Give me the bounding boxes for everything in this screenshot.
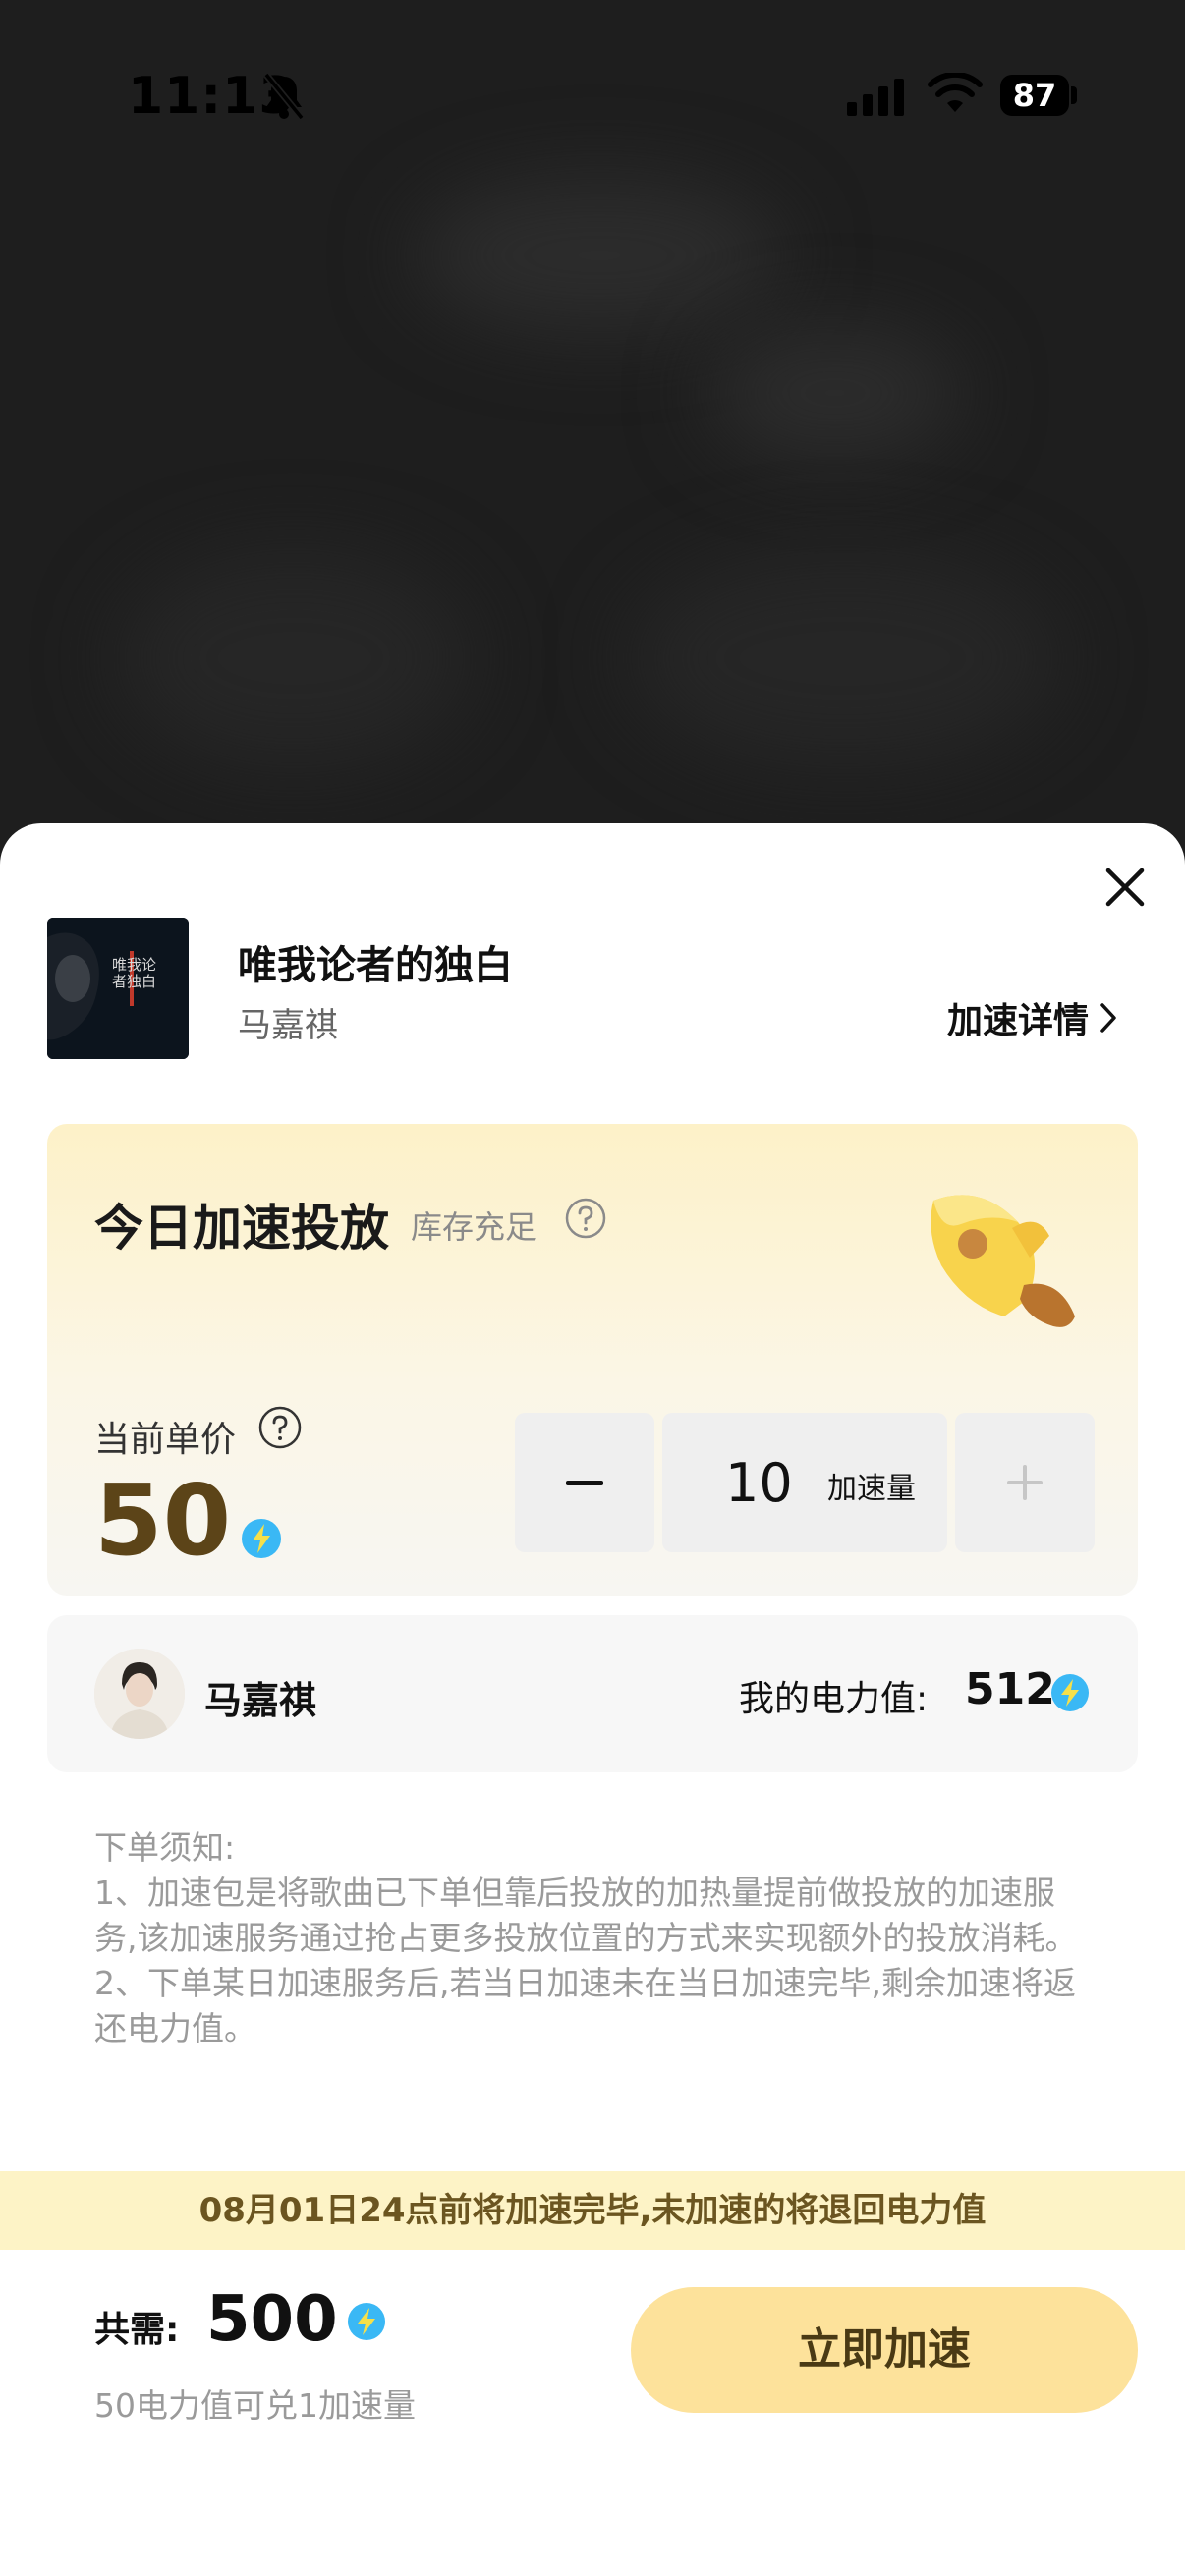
bg-blur [413,177,786,334]
help-icon[interactable] [564,1197,607,1240]
quantity-display[interactable]: 10 加速量 [662,1413,947,1552]
bolt-icon [1051,1674,1089,1711]
unit-price-value: 50 [94,1463,232,1578]
notes-heading: 下单须知: [94,1828,236,1867]
wifi-icon [928,73,983,112]
power-value: 512 [965,1664,1055,1714]
detail-link-label: 加速详情 [947,1001,1090,1041]
avatar [94,1649,185,1739]
album-cover-text: 唯我论者独白 [112,956,157,990]
bg-blur [629,550,1061,766]
status-bar: 11:13 87 [0,0,1185,196]
increase-quantity-button[interactable] [955,1413,1095,1552]
quantity-unit: 加速量 [827,1472,916,1506]
help-icon[interactable] [257,1405,303,1450]
album-cover: 唯我论者独白 [47,918,189,1059]
avatar-image [94,1649,185,1739]
power-label: 我的电力值: [739,1679,929,1719]
accelerate-detail-link[interactable]: 加速详情 [947,992,1118,1043]
decrease-quantity-button[interactable] [515,1413,654,1552]
deadline-banner: 08月01日24点前将加速完毕,未加速的将退回电力值 [0,2171,1185,2250]
battery-tip [1071,86,1077,104]
song-artist: 马嘉祺 [238,1006,338,1045]
bg-blur [118,550,472,766]
notes-item: 2、下单某日加速服务后,若当日加速未在当日加速完毕,剩余加速将返还电力值。 [94,1964,1076,2047]
accelerate-now-button[interactable]: 立即加速 [631,2287,1138,2413]
account-name: 马嘉祺 [204,1679,317,1722]
promo-card: 今日加速投放 库存充足 当前单价 50 10 加速量 [47,1124,1138,1596]
quantity-value: 10 [725,1452,793,1514]
chevron-right-icon [1100,1003,1116,1033]
notes-item: 1、加速包是将歌曲已下单但靠后投放的加热量提前做投放的加速服务,该加速服务通过抢… [94,1874,1078,1957]
bell-muted-icon [263,72,305,121]
bolt-icon [348,2303,385,2340]
accelerate-sheet: 唯我论者独白 唯我论者的独白 马嘉祺 加速详情 今日加速投放 库存充足 当前单价 [0,823,1185,2576]
signal-icon [847,79,904,116]
total-value: 500 [206,2283,338,2356]
stock-status: 库存充足 [411,1208,537,1246]
battery-indicator: 87 [1000,75,1069,116]
rocket-icon [931,1195,1075,1327]
order-notes: 下单须知: 1、加速包是将歌曲已下单但靠后投放的加热量提前做投放的加速服务,该加… [94,1825,1097,2051]
bg-blur [707,324,963,462]
exchange-rate-note: 50电力值可兑1加速量 [94,2386,416,2425]
song-title: 唯我论者的独白 [238,943,513,988]
total-label: 共需: [94,2310,180,2350]
price-label: 当前单价 [94,1420,237,1460]
account-card: 马嘉祺 我的电力值: 512 [47,1615,1138,1772]
bolt-icon [242,1519,281,1558]
promo-title: 今日加速投放 [94,1200,389,1257]
close-icon[interactable] [1097,859,1154,916]
